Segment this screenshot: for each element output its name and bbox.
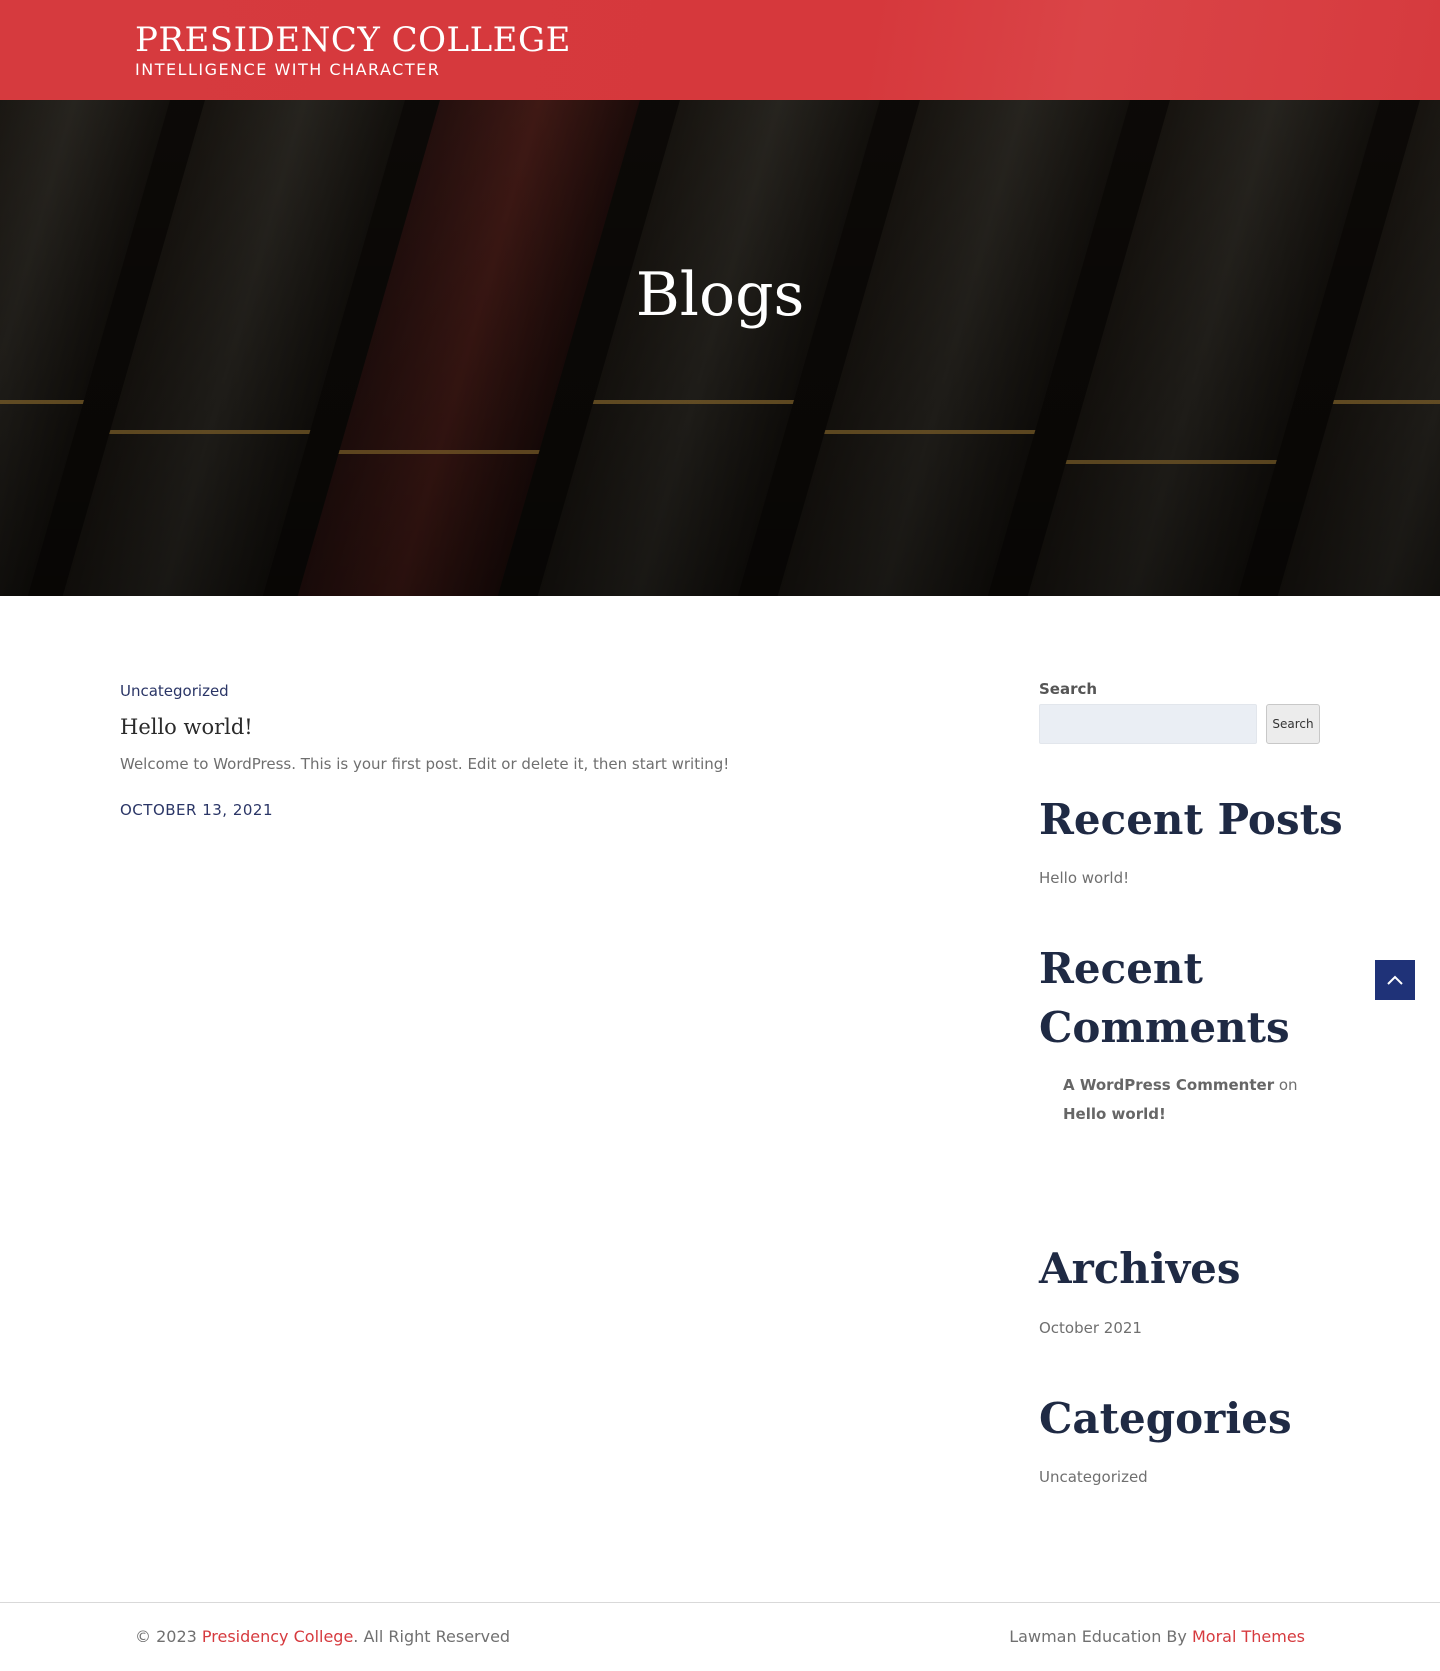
archives-title: Archives (1039, 1244, 1241, 1293)
footer-copyright: © 2023 Presidency College. All Right Res… (135, 1627, 510, 1646)
credit-prefix: Lawman Education By (1009, 1627, 1192, 1646)
page-title: Blogs (635, 260, 805, 330)
site-header: PRESIDENCY COLLEGE INTELLIGENCE WITH CHA… (0, 0, 1440, 100)
comment-author-link[interactable]: A WordPress Commenter (1063, 1076, 1274, 1094)
comment-connector: on (1278, 1076, 1298, 1094)
post-title-link[interactable]: Hello world! (120, 715, 253, 739)
recent-comments-title-line2: Comments (1039, 1003, 1290, 1052)
copyright-suffix: . All Right Reserved (353, 1627, 511, 1646)
recent-comment-item: A WordPress Commenter on (1063, 1076, 1298, 1094)
footer-divider (0, 1602, 1440, 1603)
recent-comments-title-line1: Recent (1039, 944, 1203, 993)
site-tagline: INTELLIGENCE WITH CHARACTER (135, 60, 441, 79)
footer-theme-link[interactable]: Moral Themes (1192, 1627, 1305, 1646)
post-excerpt: Welcome to WordPress. This is your first… (120, 755, 730, 773)
categories-title: Categories (1039, 1394, 1292, 1443)
category-link[interactable]: Uncategorized (1039, 1468, 1148, 1486)
hero-banner: Blogs (0, 100, 1440, 596)
search-button[interactable]: Search (1266, 704, 1320, 744)
footer-credit: Lawman Education By Moral Themes (1009, 1627, 1305, 1646)
post-category-link[interactable]: Uncategorized (120, 682, 229, 700)
recent-posts-title: Recent Posts (1039, 795, 1343, 844)
archive-link[interactable]: October 2021 (1039, 1319, 1142, 1337)
scroll-to-top-button[interactable] (1375, 960, 1415, 1000)
search-label: Search (1039, 680, 1098, 698)
recent-post-link[interactable]: Hello world! (1039, 869, 1129, 887)
search-input[interactable] (1039, 704, 1257, 744)
recent-comment-post: Hello world! (1063, 1105, 1166, 1123)
hero-background-image (0, 100, 1440, 596)
copyright-prefix: © 2023 (135, 1627, 202, 1646)
comment-post-link[interactable]: Hello world! (1063, 1105, 1166, 1123)
chevron-up-icon (1387, 975, 1403, 985)
footer-college-link[interactable]: Presidency College (202, 1627, 353, 1646)
post-date-link[interactable]: OCTOBER 13, 2021 (120, 801, 273, 819)
site-title[interactable]: PRESIDENCY COLLEGE (135, 20, 571, 60)
